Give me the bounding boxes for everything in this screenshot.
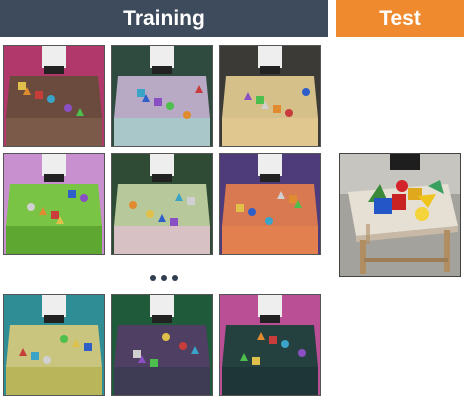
training-image-2 — [111, 45, 213, 147]
training-image-3 — [219, 45, 321, 147]
training-image-5 — [111, 153, 213, 255]
test-header: Test — [336, 0, 464, 37]
ellipsis-dot — [150, 275, 156, 281]
test-header-label: Test — [379, 6, 421, 30]
training-header: Training — [0, 0, 328, 37]
training-image-7 — [3, 294, 105, 396]
training-header-label: Training — [123, 6, 205, 30]
more-images-ellipsis — [144, 268, 184, 288]
training-image-6 — [219, 153, 321, 255]
ellipsis-dot — [172, 275, 178, 281]
training-image-9 — [219, 294, 321, 396]
test-image — [339, 153, 461, 277]
ellipsis-dot — [161, 275, 167, 281]
training-image-4 — [3, 153, 105, 255]
training-image-8 — [111, 294, 213, 396]
training-image-1 — [3, 45, 105, 147]
